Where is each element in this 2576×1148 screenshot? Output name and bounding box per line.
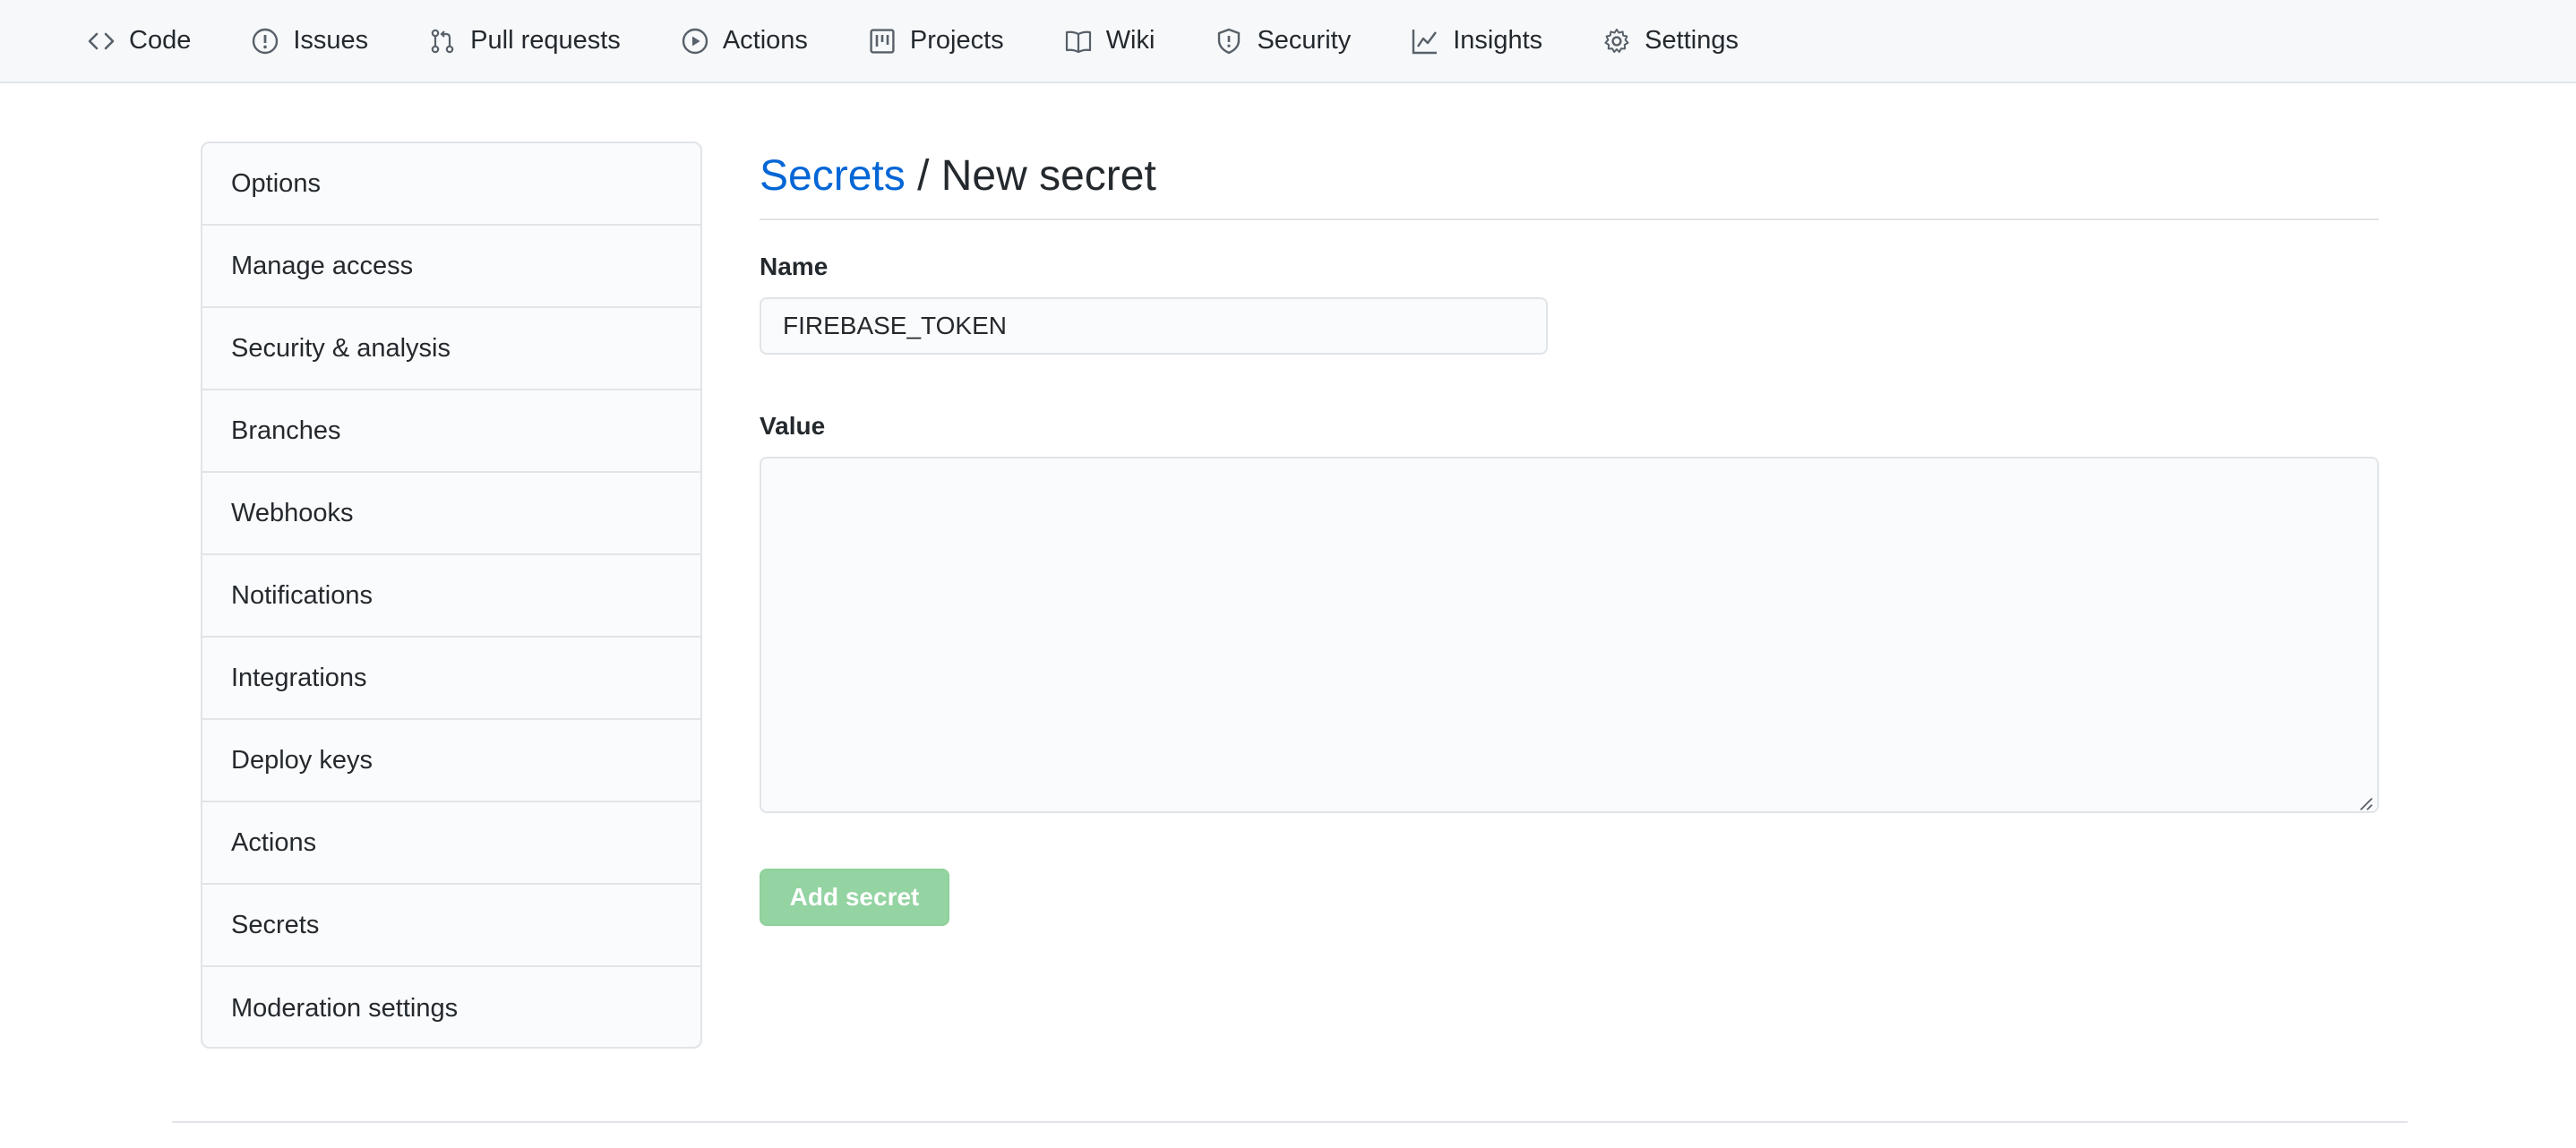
sidebar-item-integrations[interactable]: Integrations [202, 638, 700, 720]
tab-label: Actions [722, 26, 808, 55]
tab-label: Code [129, 26, 192, 55]
sidebar-item-label: Branches [231, 416, 341, 445]
tab-label: Settings [1644, 26, 1739, 55]
shield-icon [1214, 26, 1244, 56]
breadcrumb-separator: / [905, 152, 941, 200]
sidebar-item-label: Deploy keys [231, 745, 373, 775]
tab-security[interactable]: Security [1214, 26, 1351, 56]
tab-label: Issues [293, 26, 369, 55]
sidebar-item-secrets[interactable]: Secrets [202, 885, 700, 967]
play-icon [680, 26, 710, 56]
tab-settings[interactable]: Settings [1601, 26, 1739, 56]
code-icon [86, 26, 116, 56]
sidebar-item-label: Actions [231, 827, 317, 857]
book-icon [1063, 26, 1094, 56]
tab-pull-requests[interactable]: Pull requests [427, 26, 621, 56]
tab-label: Security [1257, 26, 1352, 55]
graph-icon [1410, 26, 1440, 56]
sidebar-item-label: Integrations [231, 663, 367, 692]
sidebar-item-label: Notifications [231, 580, 373, 610]
tab-insights[interactable]: Insights [1410, 26, 1542, 56]
sidebar-item-moderation-settings[interactable]: Moderation settings [202, 967, 700, 1047]
sidebar-item-notifications[interactable]: Notifications [202, 555, 700, 638]
sidebar-item-label: Webhooks [231, 498, 354, 527]
sidebar-item-label: Manage access [231, 251, 414, 280]
project-icon [867, 26, 897, 56]
sidebar-item-security-analysis[interactable]: Security & analysis [202, 308, 700, 390]
add-secret-button[interactable]: Add secret [760, 869, 949, 926]
tab-projects[interactable]: Projects [867, 26, 1004, 56]
settings-sidebar: Options Manage access Security & analysi… [201, 141, 702, 1049]
name-label: Name [760, 253, 829, 280]
value-label: Value [760, 412, 826, 440]
sidebar-item-deploy-keys[interactable]: Deploy keys [202, 720, 700, 802]
issue-icon [250, 26, 280, 56]
page-title-text: New secret [940, 152, 1156, 200]
sidebar-item-label: Security & analysis [231, 333, 451, 363]
sidebar-item-actions[interactable]: Actions [202, 802, 700, 885]
sidebar-item-branches[interactable]: Branches [202, 390, 700, 473]
sidebar-item-label: Moderation settings [231, 993, 459, 1023]
sidebar-item-label: Options [231, 168, 321, 198]
tab-actions[interactable]: Actions [680, 26, 808, 56]
repo-tabs: Code Issues Pull requests Actions Projec… [86, 0, 1798, 81]
pull-request-icon [427, 26, 458, 56]
sidebar-item-webhooks[interactable]: Webhooks [202, 473, 700, 555]
resize-handle-icon[interactable] [2357, 795, 2374, 811]
gear-icon [1601, 26, 1632, 56]
breadcrumb-secrets-link[interactable]: Secrets [760, 152, 906, 200]
tab-issues[interactable]: Issues [250, 26, 368, 56]
secret-value-textarea[interactable] [760, 457, 2379, 813]
repo-nav: Code Issues Pull requests Actions Projec… [0, 0, 2576, 83]
page-title: Secrets / New secret [760, 141, 2379, 220]
secret-name-input[interactable] [760, 297, 1548, 355]
tab-label: Pull requests [470, 26, 621, 55]
sidebar-item-label: Secrets [231, 910, 320, 939]
tab-label: Wiki [1105, 26, 1155, 55]
new-secret-form: Secrets / New secret Name Value Add secr… [760, 141, 2379, 926]
sidebar-item-manage-access[interactable]: Manage access [202, 226, 700, 308]
tab-label: Insights [1453, 26, 1543, 55]
sidebar-item-options[interactable]: Options [202, 143, 700, 226]
footer-divider [172, 1121, 2408, 1123]
tab-label: Projects [909, 26, 1004, 55]
tab-code[interactable]: Code [86, 26, 191, 56]
tab-wiki[interactable]: Wiki [1063, 26, 1155, 56]
